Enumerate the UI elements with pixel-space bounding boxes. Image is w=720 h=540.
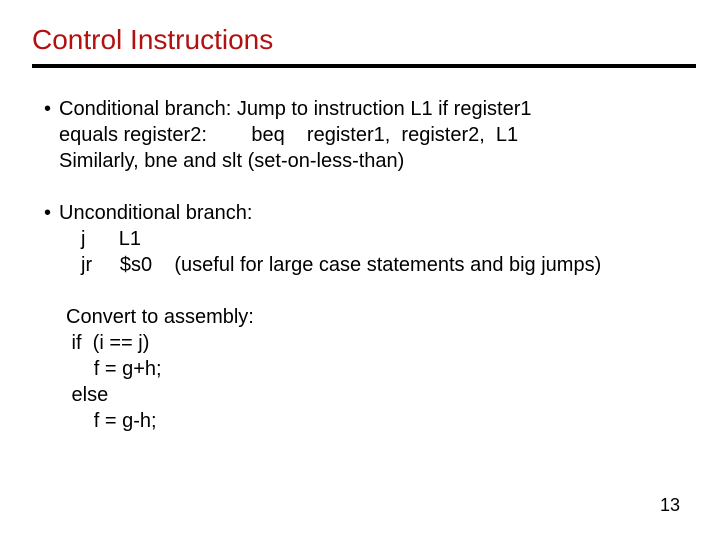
code-line-1: Convert to assembly:: [66, 304, 696, 330]
bullet-dot: •: [44, 200, 51, 278]
code-line-5: f = g-h;: [66, 408, 696, 434]
code-block: Convert to assembly: if (i == j) f = g+h…: [44, 304, 696, 434]
page-number: 13: [660, 495, 680, 516]
bullet-1-line2: equals register2: beq register1, registe…: [59, 122, 696, 148]
code-line-4: else: [66, 382, 696, 408]
bullet-2-line1: Unconditional branch:: [59, 200, 696, 226]
code-line-2: if (i == j): [66, 330, 696, 356]
slide: Control Instructions • Conditional branc…: [0, 0, 720, 540]
code-line-3: f = g+h;: [66, 356, 696, 382]
bullet-1: • Conditional branch: Jump to instructio…: [44, 96, 696, 174]
bullet-2-content: Unconditional branch: j L1 jr $s0 (usefu…: [59, 200, 696, 278]
slide-body: • Conditional branch: Jump to instructio…: [0, 68, 720, 434]
slide-title: Control Instructions: [0, 0, 720, 64]
bullet-1-line1: Conditional branch: Jump to instruction …: [59, 96, 696, 122]
bullet-2-row1: j L1: [59, 226, 696, 252]
bullet-dot: •: [44, 96, 51, 174]
bullet-2: • Unconditional branch: j L1 jr $s0 (use…: [44, 200, 696, 278]
bullet-1-content: Conditional branch: Jump to instruction …: [59, 96, 696, 174]
bullet-2-row2: jr $s0 (useful for large case statements…: [59, 252, 696, 278]
bullet-1-line3: Similarly, bne and slt (set-on-less-than…: [59, 148, 696, 174]
